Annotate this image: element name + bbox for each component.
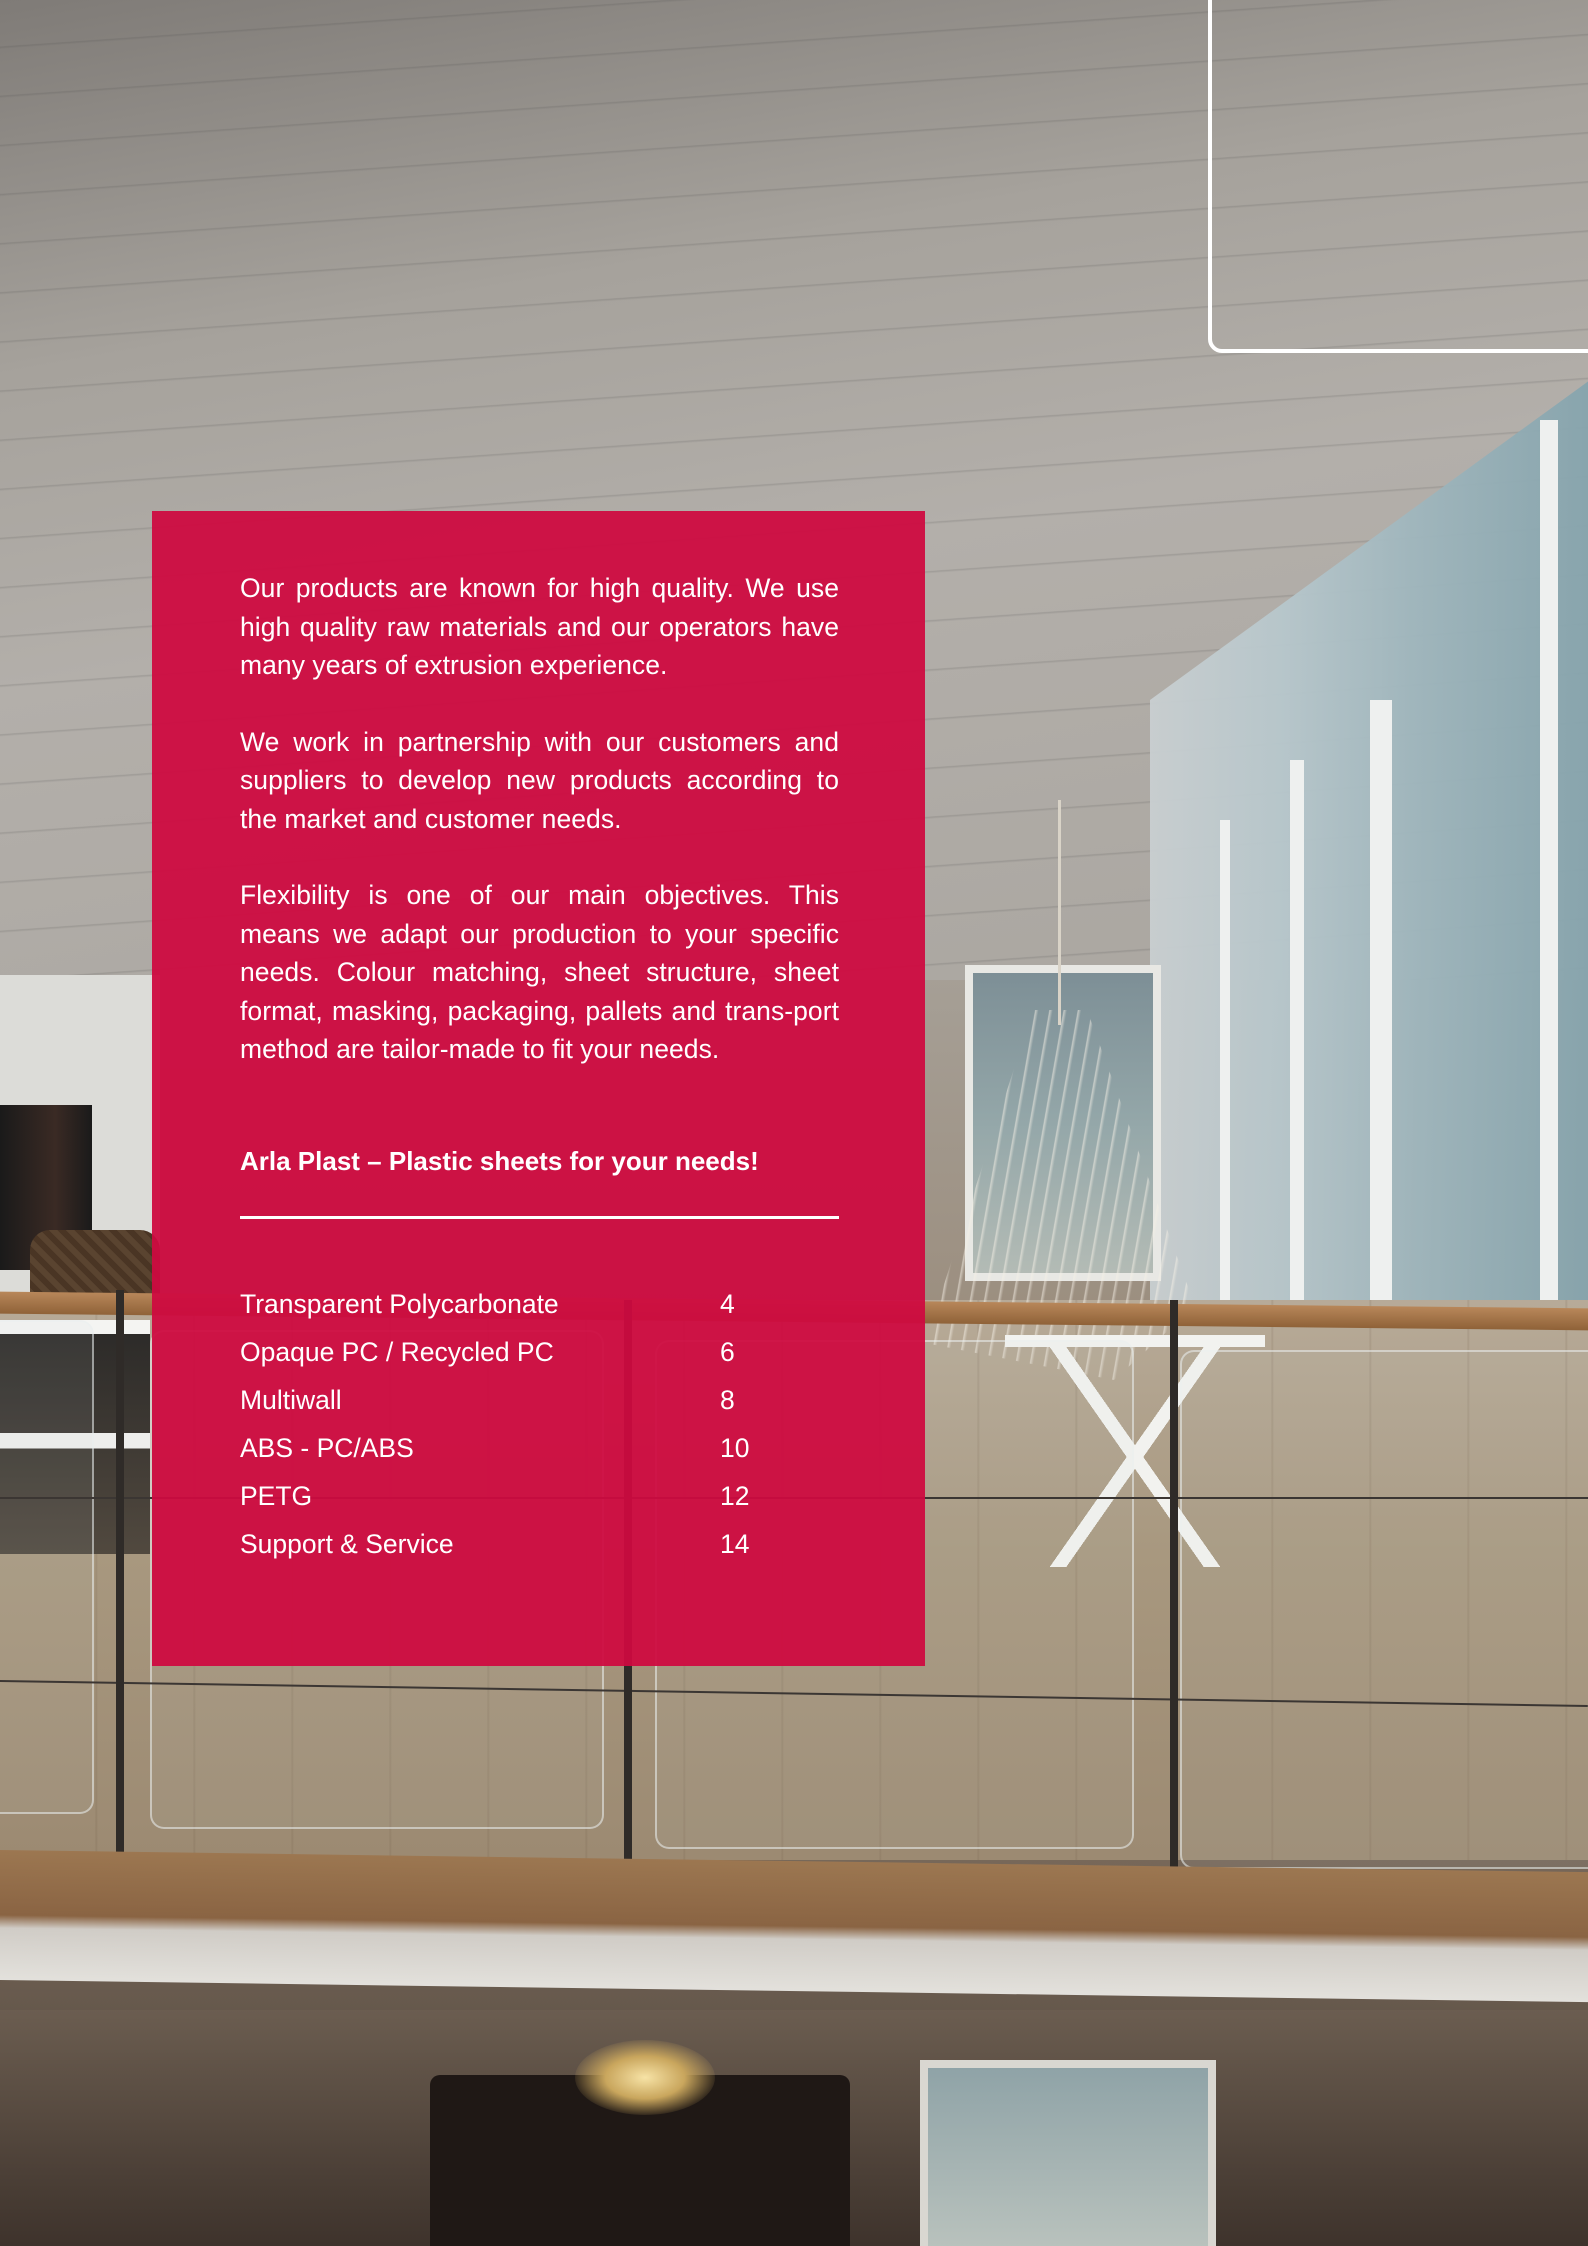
rail-post — [1170, 1300, 1178, 1940]
mezzanine-beam — [0, 1850, 1588, 2003]
glass-panel — [1180, 1350, 1588, 1869]
divider — [240, 1216, 839, 1219]
intro-paragraph-quality: Our products are known for high quality.… — [240, 573, 839, 680]
toc-item-page: 8 — [720, 1385, 735, 1415]
toc-item[interactable]: Multiwall 8 — [240, 1376, 800, 1424]
toc-item-label: Transparent Polycarbonate — [240, 1289, 559, 1319]
tagline: Arla Plast – Plastic sheets for your nee… — [240, 1146, 759, 1176]
intro-text: Our products are known for high quality.… — [240, 569, 839, 1069]
chandelier — [575, 2040, 715, 2115]
toc-item[interactable]: Transparent Polycarbonate 4 — [240, 1280, 800, 1328]
intro-panel: Our products are known for high quality.… — [152, 511, 925, 1666]
toc-item[interactable]: PETG 12 — [240, 1472, 800, 1520]
toc-item-page: 10 — [720, 1433, 750, 1463]
hammock-rope — [1058, 800, 1061, 1025]
toc-item[interactable]: Support & Service 14 — [240, 1520, 800, 1568]
toc-item-label: PETG — [240, 1481, 313, 1511]
toc-item-page: 14 — [720, 1529, 750, 1559]
table-of-contents: Transparent Polycarbonate 4 Opaque PC / … — [240, 1280, 800, 1568]
intro-paragraph-flexibility: Flexibility is one of our main objective… — [240, 880, 839, 1064]
toc-item-label: Opaque PC / Recycled PC — [240, 1337, 554, 1367]
toc-item[interactable]: ABS - PC/ABS 10 — [240, 1424, 800, 1472]
toc-item-page: 4 — [720, 1289, 735, 1319]
toc-item-label: ABS - PC/ABS — [240, 1433, 414, 1463]
intro-paragraph-partnership: We work in partnership with our customer… — [240, 726, 839, 834]
glass-panel — [0, 1320, 94, 1814]
decorative-frame-outline — [1208, 0, 1588, 353]
toc-item[interactable]: Opaque PC / Recycled PC 6 — [240, 1328, 800, 1376]
toc-item-page: 6 — [720, 1337, 735, 1367]
toc-item-label: Multiwall — [240, 1385, 342, 1415]
toc-item-page: 12 — [720, 1481, 750, 1511]
rail-post — [116, 1290, 124, 1910]
lower-window — [920, 2060, 1216, 2246]
toc-item-label: Support & Service — [240, 1529, 454, 1559]
